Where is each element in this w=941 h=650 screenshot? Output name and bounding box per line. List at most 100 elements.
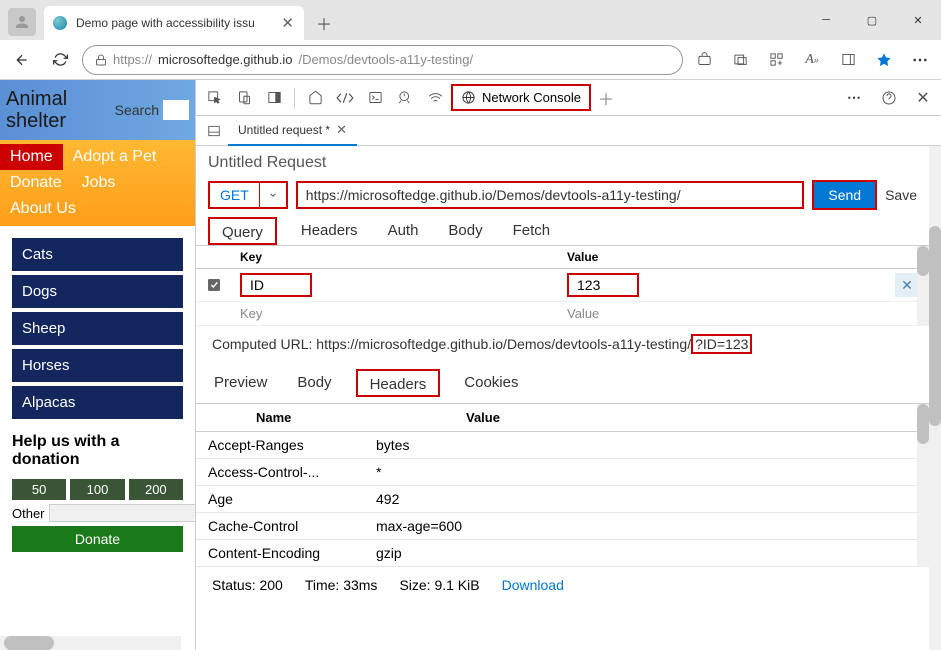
computed-url: Computed URL: https://microsoftedge.gith…	[196, 326, 929, 362]
close-devtools-button[interactable]: ✕	[909, 84, 937, 112]
method-selector[interactable]: GET	[208, 181, 288, 209]
search-input[interactable]	[163, 100, 189, 120]
method-value: GET	[210, 183, 259, 207]
nav-item-about[interactable]: About Us	[0, 196, 86, 222]
toggle-drawer-button[interactable]	[200, 124, 228, 138]
download-link[interactable]: Download	[502, 577, 564, 593]
browser-tab[interactable]: Demo page with accessibility issu ✕	[44, 6, 304, 40]
tab-body-req[interactable]: Body	[442, 216, 488, 245]
animal-item-dogs[interactable]: Dogs	[12, 275, 183, 308]
header-row: Cache-Controlmax-age=600	[196, 513, 929, 540]
page-content: Animal shelter Search Home Adopt a Pet D…	[0, 80, 195, 650]
donation-amount-50[interactable]: 50	[12, 479, 66, 500]
read-aloud-icon[interactable]: A»	[797, 45, 827, 75]
main-nav: Home Adopt a Pet Donate Jobs About Us	[0, 140, 195, 226]
url-scheme: https://	[113, 52, 152, 67]
favorites-button[interactable]	[869, 45, 899, 75]
request-section-tabs: Query Headers Auth Body Fetch	[196, 210, 929, 245]
other-amount-input[interactable]	[49, 504, 195, 522]
kv-scrollbar[interactable]	[917, 246, 929, 326]
request-url-input[interactable]: https://microsoftedge.github.io/Demos/de…	[296, 181, 805, 209]
network-console-tab[interactable]: Network Console	[451, 84, 591, 111]
animal-item-cats[interactable]: Cats	[12, 238, 183, 271]
add-tool-button[interactable]: ＋	[593, 86, 619, 110]
tab-auth[interactable]: Auth	[382, 216, 425, 245]
url-input[interactable]: https://microsoftedge.github.io/Demos/de…	[82, 45, 683, 75]
donation-amount-200[interactable]: 200	[129, 479, 183, 500]
elements-icon[interactable]	[331, 84, 359, 112]
donation-title: Help us with a donation	[12, 433, 183, 469]
header-row: Accept-Rangesbytes	[196, 432, 929, 459]
tab-headers-req[interactable]: Headers	[295, 216, 364, 245]
hdr-scrollbar[interactable]	[917, 404, 929, 567]
tab-body-resp[interactable]: Body	[291, 368, 337, 397]
network-icon[interactable]	[421, 84, 449, 112]
help-icon[interactable]	[875, 84, 903, 112]
computed-url-base: https://microsoftedge.github.io/Demos/de…	[316, 336, 691, 352]
close-window-button[interactable]: ✕	[895, 0, 941, 40]
response-headers-table: Name Value Accept-Rangesbytes Access-Con…	[196, 403, 929, 567]
query-row-empty: Key Value	[196, 302, 929, 326]
profile-button[interactable]	[8, 8, 36, 36]
tab-preview[interactable]: Preview	[208, 368, 273, 397]
page-header: Animal shelter Search	[0, 80, 195, 140]
nav-item-jobs[interactable]: Jobs	[72, 170, 126, 196]
computed-url-query: ?ID=123	[691, 334, 752, 354]
hdr-name-header: Name	[196, 410, 376, 425]
edge-favicon-icon	[52, 15, 68, 31]
globe-icon	[461, 90, 476, 105]
animal-item-horses[interactable]: Horses	[12, 349, 183, 382]
site-title: Animal shelter	[6, 88, 115, 132]
new-tab-button[interactable]: ＋	[310, 9, 338, 37]
request-tab[interactable]: Untitled request * ✕	[228, 116, 357, 146]
collections-icon[interactable]	[761, 45, 791, 75]
devtools-panel: Network Console ＋ ⋯ ✕ Untitled request *…	[195, 80, 941, 650]
nav-item-adopt[interactable]: Adopt a Pet	[63, 144, 167, 170]
animal-item-sheep[interactable]: Sheep	[12, 312, 183, 345]
query-key-placeholder[interactable]: Key	[232, 306, 559, 321]
sidebar-icon[interactable]	[833, 45, 863, 75]
window-controls: ─ ▢ ✕	[803, 0, 941, 40]
inspect-icon[interactable]	[200, 84, 228, 112]
tab-headers-resp[interactable]: Headers	[356, 369, 441, 397]
back-button[interactable]	[6, 44, 38, 76]
close-request-icon[interactable]: ✕	[336, 122, 347, 138]
request-url-row: GET https://microsoftedge.github.io/Demo…	[196, 180, 929, 210]
sources-icon[interactable]	[391, 84, 419, 112]
animal-item-alpacas[interactable]: Alpacas	[12, 386, 183, 419]
settings-menu-button[interactable]: ⋯	[905, 45, 935, 75]
lock-icon	[95, 54, 107, 66]
tab-title: Demo page with accessibility issu	[76, 16, 255, 30]
device-emulation-icon[interactable]	[230, 84, 258, 112]
donation-amount-100[interactable]: 100	[70, 479, 124, 500]
status-time: Time: 33ms	[305, 577, 378, 593]
row-checkbox[interactable]	[196, 277, 232, 293]
shopping-icon[interactable]	[689, 45, 719, 75]
console-icon[interactable]	[361, 84, 389, 112]
devtools-menu-button[interactable]: ⋯	[839, 83, 869, 113]
tab-close-icon[interactable]: ✕	[281, 14, 294, 32]
page-h-scrollbar[interactable]	[0, 636, 181, 650]
tab-cookies[interactable]: Cookies	[458, 368, 524, 397]
dock-icon[interactable]	[260, 84, 288, 112]
delete-row-button[interactable]: ✕	[895, 273, 919, 297]
address-bar: https://microsoftedge.github.io/Demos/de…	[0, 40, 941, 80]
tab-fetch[interactable]: Fetch	[507, 216, 557, 245]
maximize-button[interactable]: ▢	[849, 0, 895, 40]
query-value-placeholder[interactable]: Value	[559, 306, 929, 321]
send-button[interactable]: Send	[814, 182, 875, 208]
save-button[interactable]: Save	[885, 187, 917, 203]
refresh-button[interactable]	[44, 44, 76, 76]
status-code: Status: 200	[212, 577, 283, 593]
minimize-button[interactable]: ─	[803, 0, 849, 40]
nav-item-home[interactable]: Home	[0, 144, 63, 170]
query-key-input[interactable]: ID	[240, 273, 312, 297]
devtools-scrollbar[interactable]	[929, 146, 941, 650]
tab-query[interactable]: Query	[208, 217, 277, 245]
welcome-icon[interactable]	[301, 84, 329, 112]
donate-button[interactable]: Donate	[12, 526, 183, 552]
tab-actions-icon[interactable]	[725, 45, 755, 75]
nav-item-donate[interactable]: Donate	[0, 170, 72, 196]
donation-section: Help us with a donation 50 100 200 Other…	[0, 419, 195, 564]
query-value-input[interactable]: 123	[567, 273, 639, 297]
